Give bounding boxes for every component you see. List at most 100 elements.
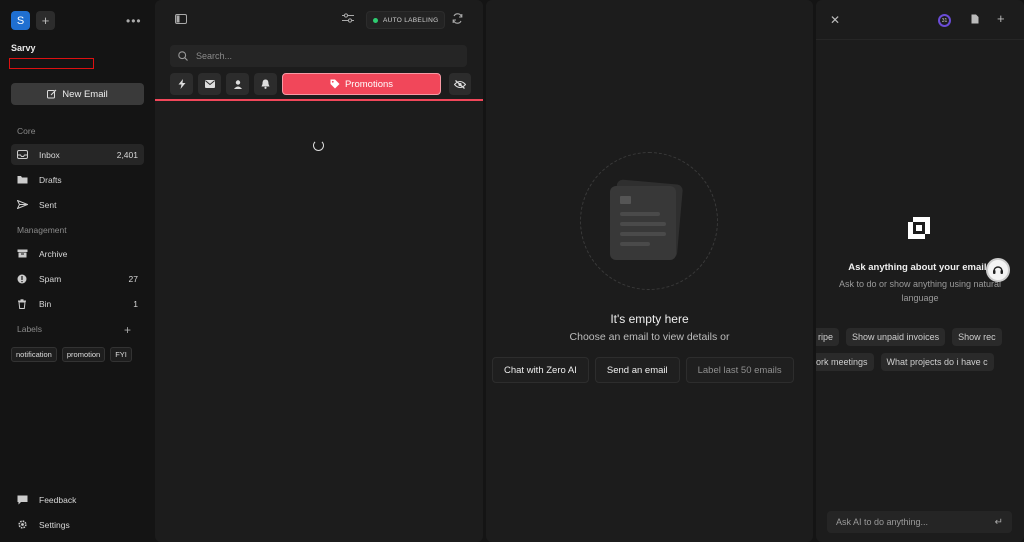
close-icon[interactable]: ✕	[830, 13, 840, 27]
add-label-icon[interactable]: +	[124, 323, 131, 337]
support-chat-icon[interactable]	[986, 258, 1010, 282]
spam-count: 27	[128, 273, 138, 284]
sidebar-item-sent[interactable]: Sent	[11, 194, 144, 215]
document-line	[620, 222, 666, 226]
workspace-switcher: S +	[11, 11, 55, 30]
label-chip-notification[interactable]: notification	[11, 347, 57, 362]
more-options-icon[interactable]: •••	[126, 14, 142, 28]
bin-count: 1	[133, 298, 138, 309]
search-input[interactable]	[196, 51, 436, 61]
suggestion-chip[interactable]: ripe	[816, 328, 840, 346]
workspace-avatar[interactable]: S	[11, 11, 30, 30]
label-chip-fyi[interactable]: FYI	[110, 347, 132, 362]
zero-logo-icon	[904, 213, 934, 243]
sidebar-toggle-icon[interactable]	[175, 14, 187, 24]
ai-prompt-bar: ↵	[827, 511, 1012, 533]
document-icon[interactable]	[971, 14, 979, 24]
alert-icon	[17, 274, 31, 284]
category-promotions-tab[interactable]: Promotions	[282, 73, 441, 95]
filter-icon[interactable]	[342, 13, 354, 23]
inbox-icon	[17, 150, 31, 159]
suggestions-row-2: ork meetings What projects do i have c	[816, 353, 994, 371]
send-email-button[interactable]: Send an email	[594, 357, 680, 383]
sidebar-item-label: Archive	[39, 248, 68, 259]
new-email-button[interactable]: New Email	[11, 83, 144, 105]
mail-app: S + ••• Sarvy New Email Core Inbox 2,401…	[0, 0, 1024, 542]
divider	[816, 39, 1024, 40]
section-labels: Labels	[17, 324, 43, 334]
sidebar-item-inbox[interactable]: Inbox 2,401	[11, 144, 144, 165]
mail-icon	[204, 80, 215, 88]
archive-icon	[17, 249, 31, 258]
chat-with-zero-ai-button[interactable]: Chat with Zero AI	[492, 357, 589, 383]
gear-icon	[17, 519, 31, 530]
search-bar	[170, 45, 467, 67]
active-category-indicator	[155, 99, 483, 101]
compose-icon	[47, 89, 57, 99]
add-workspace-button[interactable]: +	[36, 11, 55, 30]
sidebar-item-settings[interactable]: Settings	[11, 514, 144, 535]
label-last-50-button[interactable]: Label last 50 emails	[685, 357, 794, 383]
sidebar-item-spam[interactable]: Spam 27	[11, 268, 144, 289]
search-icon	[178, 51, 188, 61]
lightning-icon	[178, 79, 186, 89]
sidebar-item-bin[interactable]: Bin 1	[11, 293, 144, 314]
inbox-count: 2,401	[116, 149, 138, 160]
sidebar-item-label: Drafts	[39, 174, 62, 185]
document-line	[620, 232, 666, 236]
ai-assistant-panel: ✕ 31 + Ask anything about your emails As…	[816, 0, 1024, 542]
suggestion-chip[interactable]: ork meetings	[816, 353, 874, 371]
auto-labeling-toggle[interactable]: AUTO LABELING	[366, 11, 446, 29]
category-important-button[interactable]	[170, 73, 193, 95]
label-chips: notification promotion FYI	[11, 347, 132, 362]
hide-category-button[interactable]	[449, 73, 471, 95]
auto-labeling-label: AUTO LABELING	[383, 16, 439, 24]
category-updates-button[interactable]	[254, 73, 277, 95]
suggestion-chip[interactable]: Show unpaid invoices	[846, 328, 946, 346]
eye-off-icon	[454, 79, 466, 89]
status-dot-icon	[373, 17, 378, 23]
refresh-icon[interactable]	[452, 13, 463, 24]
document-line	[620, 242, 650, 246]
sidebar: S + ••• Sarvy New Email Core Inbox 2,401…	[0, 0, 154, 542]
suggestions-row-1: ripe Show unpaid invoices Show rec	[816, 328, 1002, 346]
new-chat-icon[interactable]: +	[997, 11, 1005, 26]
suggestion-chip[interactable]: Show rec	[952, 328, 1002, 346]
suggestion-chip[interactable]: What projects do i have c	[880, 353, 994, 371]
tag-icon	[330, 79, 340, 89]
empty-state-title: It's empty here	[610, 312, 689, 326]
category-tabs: Promotions	[170, 73, 471, 95]
sidebar-item-label: Spam	[39, 273, 62, 284]
new-email-label: New Email	[62, 88, 108, 100]
label-chip-promotion[interactable]: promotion	[61, 347, 106, 362]
section-management: Management	[17, 225, 67, 235]
folder-icon	[17, 175, 31, 184]
envelope-icon	[620, 196, 631, 204]
promotions-label: Promotions	[344, 78, 394, 90]
send-icon	[17, 200, 31, 209]
sidebar-item-feedback[interactable]: Feedback	[11, 489, 144, 510]
sidebar-item-label: Feedback	[39, 494, 77, 505]
account-email-redacted	[9, 58, 94, 69]
category-personal-button[interactable]	[226, 73, 249, 95]
person-icon	[233, 79, 242, 89]
section-core: Core	[17, 126, 36, 136]
enter-icon[interactable]: ↵	[995, 517, 1003, 528]
usage-ring-icon[interactable]: 31	[938, 14, 951, 27]
ai-subtitle: Ask to do or show anything using natural…	[838, 279, 1002, 303]
sidebar-item-label: Bin	[39, 298, 52, 309]
document-line	[620, 212, 660, 216]
category-all-mail-button[interactable]	[198, 73, 221, 95]
mail-list-panel: AUTO LABELING Search... Promotions	[155, 0, 483, 542]
account-name: Sarvy	[11, 43, 36, 53]
sidebar-item-label: Inbox	[39, 149, 60, 160]
email-detail-panel: It's empty here Choose an email to view …	[486, 0, 813, 542]
empty-state-actions: Chat with Zero AI Send an email Label la…	[492, 357, 794, 383]
empty-state-subtitle: Choose an email to view details or	[569, 331, 730, 343]
ai-prompt-input[interactable]	[836, 517, 986, 527]
sidebar-item-label: Settings	[39, 519, 70, 530]
sidebar-item-drafts[interactable]: Drafts	[11, 169, 144, 190]
trash-icon	[17, 298, 31, 309]
sidebar-item-archive[interactable]: Archive	[11, 243, 144, 264]
loading-spinner-icon	[313, 140, 324, 151]
